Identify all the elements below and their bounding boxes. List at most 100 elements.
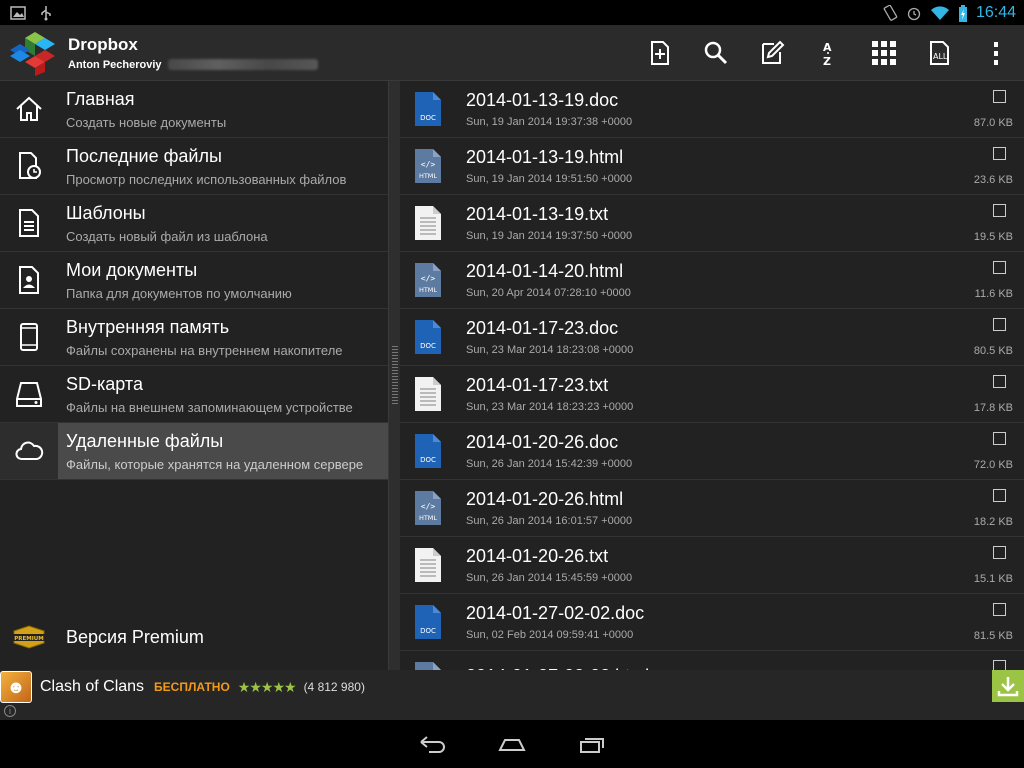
file-name: 2014-01-13-19.txt [466,204,609,224]
file-date: Sun, 02 Feb 2014 09:59:41 +0000 [466,629,634,641]
sidebar: Главная Создать новые документы Последни… [0,81,388,670]
ad-rating-stars: ★★★★★ [237,678,297,695]
overflow-menu-icon[interactable] [968,25,1024,81]
home-button-icon[interactable] [493,725,531,763]
file-size: 19.5 KB [973,231,1013,243]
file-size: 72.0 KB [973,459,1013,471]
sidebar-item-title: SD-карта [66,373,143,394]
file-checkbox[interactable] [993,432,1006,445]
file-row[interactable]: DOC 2014-01-13-19.doc Sun, 19 Jan 2014 19:… [400,81,1024,138]
file-size: 15.1 KB [973,573,1013,585]
svg-text:DOC: DOC [420,627,436,635]
file-row[interactable]: DOC 2014-01-20-26.doc Sun, 26 Jan 2014 15:… [400,423,1024,480]
sidebar-item-my-documents[interactable]: Мои документы Папка для документов по ум… [0,252,388,309]
svg-text:DOC: DOC [420,114,436,122]
file-checkbox[interactable] [993,603,1006,616]
sidebar-item-subtitle: Создать новые документы [66,114,227,130]
splitter-grip[interactable] [392,346,398,406]
file-date: Sun, 26 Jan 2014 15:42:39 +0000 [466,458,633,470]
file-row[interactable]: </> HTML 2014-01-20-26.html Sun, 26 Jan 201… [400,480,1024,537]
file-checkbox[interactable] [993,660,1006,670]
sidebar-item-subtitle: Создать новый файл из шаблона [66,228,268,244]
new-file-icon[interactable] [632,25,688,81]
file-name: 2014-01-13-19.doc [466,90,619,110]
file-name: 2014-01-27-02-02.doc [466,603,645,623]
grid-view-icon[interactable] [856,25,912,81]
file-row[interactable]: DOC 2014-01-27-02-02.doc Sun, 02 Feb 2014 … [400,594,1024,651]
recent-apps-icon[interactable] [573,725,611,763]
file-row[interactable]: </> HTML 2014-01-13-19.html Sun, 19 Jan 201… [400,138,1024,195]
sort-az-icon[interactable]: AZ [800,25,856,81]
action-bar: Dropbox Anton Pecheroviy AZ ALL [0,25,1024,81]
file-checkbox[interactable] [993,261,1006,274]
ad-title[interactable]: Clash of Clans [40,678,144,696]
edit-icon[interactable] [744,25,800,81]
file-row[interactable]: </> HTML 2014-01-14-20.html Sun, 20 Apr 201… [400,252,1024,309]
svg-text:Z: Z [823,55,831,67]
premium-label: Версия Premium [66,626,204,647]
premium-badge-icon: PREMIUM [0,625,58,649]
download-icon[interactable] [992,670,1024,702]
file-checkbox[interactable] [993,489,1006,502]
file-row[interactable]: DOC 2014-01-17-23.doc Sun, 23 Mar 2014 18:… [400,309,1024,366]
sidebar-item-subtitle: Файлы сохранены на внутреннем накопителе [66,342,343,358]
file-date: Sun, 20 Apr 2014 07:28:10 +0000 [466,287,631,299]
home-icon [0,81,58,137]
sidebar-item-internal-storage[interactable]: Внутренняя память Файлы сохранены на вну… [0,309,388,366]
pane-splitter[interactable] [388,81,400,670]
svg-text:HTML: HTML [419,286,437,294]
file-row[interactable]: 2014-01-20-26.txt Sun, 26 Jan 2014 15:45:… [400,537,1024,594]
ad-app-icon[interactable]: ☻ [0,671,32,703]
sidebar-item-title: Последние файлы [66,145,222,166]
file-row[interactable]: </>HTML2014-01-27-02-02.html [400,651,1024,670]
file-row[interactable]: 2014-01-13-19.txt Sun, 19 Jan 2014 19:37:… [400,195,1024,252]
file-checkbox[interactable] [993,318,1006,331]
my-documents-icon [0,252,58,308]
ad-info-icon[interactable]: i [4,705,16,717]
sidebar-item-templates[interactable]: Шаблоны Создать новый файл из шаблона [0,195,388,252]
phone-storage-icon [0,309,58,365]
back-icon[interactable] [413,725,451,763]
file-date: Sun, 26 Jan 2014 15:45:59 +0000 [466,572,633,584]
ad-banner[interactable]: ☻ Clash of Clans БЕСПЛАТНО ★★★★★ (4 812 … [0,670,1024,720]
file-checkbox[interactable] [993,90,1006,103]
premium-version-item[interactable]: PREMIUM Версия Premium [0,613,388,661]
txt-file-icon [400,205,456,241]
file-date: Sun, 19 Jan 2014 19:37:38 +0000 [466,116,633,128]
wifi-icon [930,5,950,21]
file-name: 2014-01-13-19.html [466,147,624,167]
sd-card-icon [0,366,58,422]
file-size: 80.5 KB [973,345,1013,357]
file-checkbox[interactable] [993,546,1006,559]
app-logo-icon[interactable] [10,28,60,78]
ad-rating-count: (4 812 980) [303,680,365,694]
sidebar-item-remote-files[interactable]: Удаленные файлы Файлы, которые хранятся … [0,423,388,480]
clock: 16:44 [975,3,1016,21]
search-icon[interactable] [688,25,744,81]
svg-text:ALL: ALL [933,52,948,61]
svg-text:</>: </> [421,502,436,511]
cloud-icon [0,423,58,479]
file-checkbox[interactable] [993,204,1006,217]
sidebar-item-sd-card[interactable]: SD-карта Файлы на внешнем запоминающем у… [0,366,388,423]
file-name: 2014-01-20-26.html [466,489,624,509]
alarm-icon [906,5,922,21]
file-checkbox[interactable] [993,375,1006,388]
file-row[interactable]: 2014-01-17-23.txt Sun, 23 Mar 2014 18:23:… [400,366,1024,423]
file-size: 81.5 KB [973,630,1013,642]
file-size: 23.6 KB [973,174,1013,186]
templates-icon [0,195,58,251]
file-date: Sun, 23 Mar 2014 18:23:23 +0000 [466,401,634,413]
image-notification-icon [10,5,26,21]
select-all-icon[interactable]: ALL [912,25,968,81]
status-bar: 16:44 [0,0,1024,25]
doc-file-icon: DOC [400,91,456,127]
sidebar-item-home[interactable]: Главная Создать новые документы [0,81,388,138]
doc-file-icon: DOC [400,604,456,640]
sidebar-item-recent[interactable]: Последние файлы Просмотр последних испол… [0,138,388,195]
html-file-icon: </>HTML [400,661,456,670]
file-date: Sun, 23 Mar 2014 18:23:08 +0000 [466,344,634,356]
sidebar-item-title: Шаблоны [66,202,146,223]
battery-charging-icon [958,4,968,22]
file-checkbox[interactable] [993,147,1006,160]
